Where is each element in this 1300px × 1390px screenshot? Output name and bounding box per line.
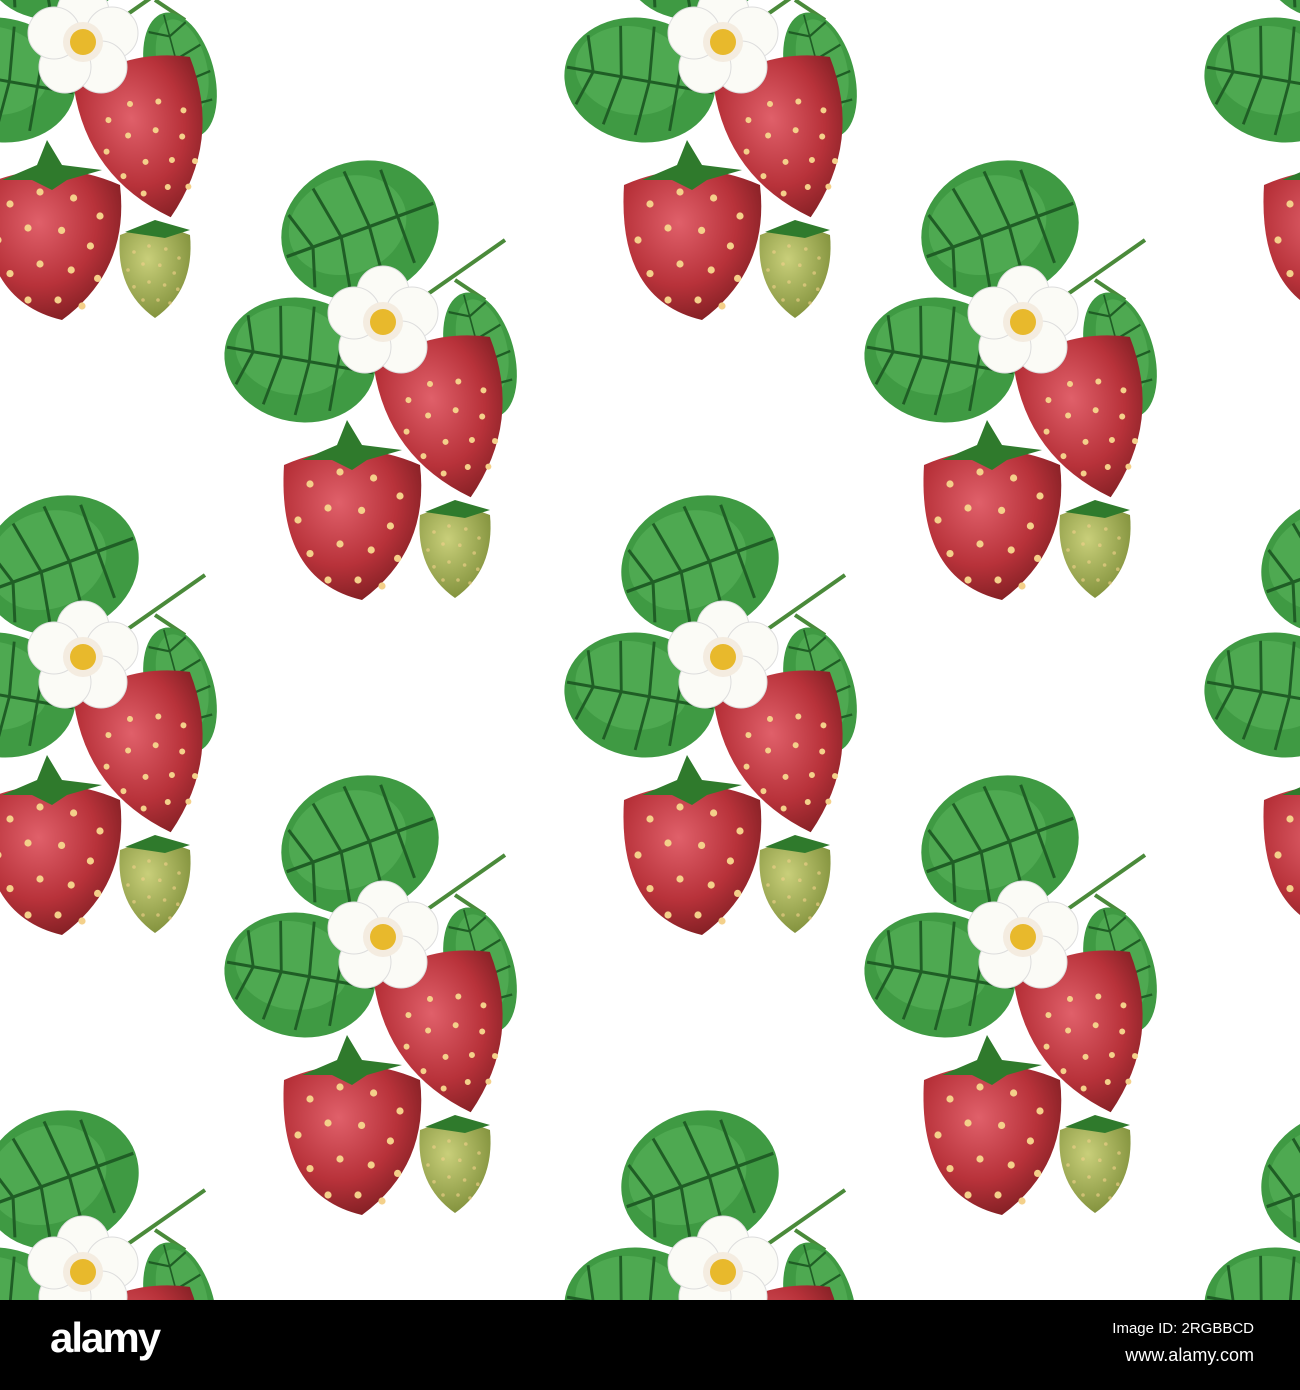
alamy-logo: alamy bbox=[50, 1314, 161, 1361]
website-link: www.alamy.com bbox=[1125, 1345, 1254, 1365]
watermark-footer: alamy Image ID: 2RGBBCD www.alamy.com bbox=[0, 1300, 1300, 1390]
strawberry-pattern-illustration bbox=[0, 0, 1300, 1300]
motif-tiles bbox=[0, 0, 1300, 1300]
image-id: Image ID: 2RGBBCD bbox=[1112, 1320, 1254, 1337]
image-meta: Image ID: 2RGBBCD www.alamy.com bbox=[1112, 1320, 1254, 1366]
